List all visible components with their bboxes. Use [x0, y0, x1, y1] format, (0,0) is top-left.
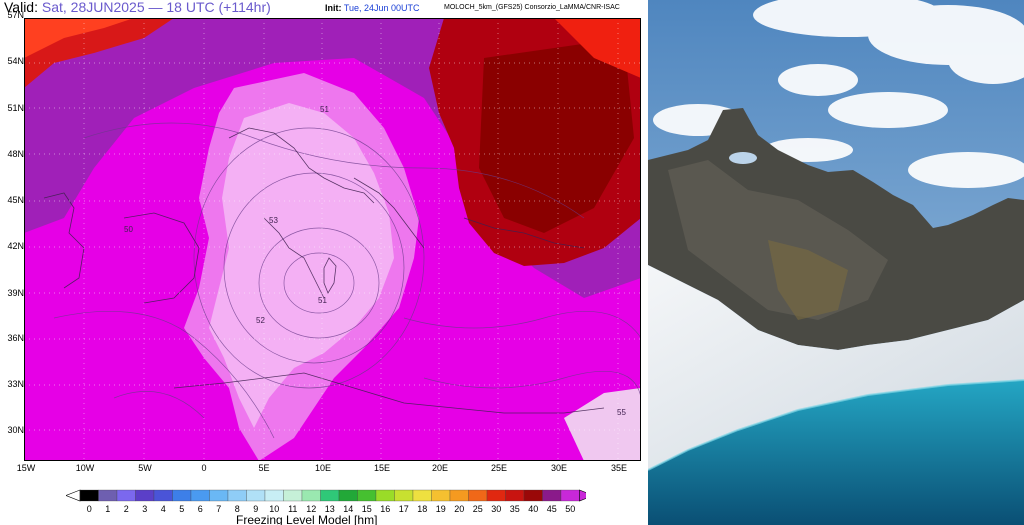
lat-label: 36N: [7, 333, 24, 343]
contour-label: 50: [124, 225, 133, 234]
legend-swatch: [320, 489, 340, 502]
legend-swatch: [264, 489, 284, 502]
lat-label: 57N: [7, 10, 24, 20]
legend-level-label: 18: [417, 504, 428, 514]
lon-label: 10W: [75, 463, 95, 473]
legend-level-label: 17: [398, 504, 409, 514]
lon-label: 15W: [16, 463, 36, 473]
lat-label: 45N: [7, 195, 24, 205]
legend-swatch: [227, 489, 247, 502]
legend-swatch: [209, 489, 229, 502]
legend-swatch: [431, 489, 451, 502]
freezing-level-map-panel: Valid: Sat, 28JUN2025 — 18 UTC (+114hr) …: [0, 0, 648, 525]
contour-label: 55: [617, 408, 626, 417]
lon-label: 0: [201, 463, 207, 473]
map-header: Valid: Sat, 28JUN2025 — 18 UTC (+114hr) …: [0, 0, 648, 18]
legend-swatch: [560, 489, 580, 502]
legend-level-label: 20: [454, 504, 465, 514]
legend-swatch: [468, 489, 488, 502]
legend-level-label: 30: [491, 504, 502, 514]
model-credit: MOLOCH_5km_(GFS25) Consorzio_LaMMA/CNR-I…: [444, 4, 620, 11]
contour-label: 53: [269, 216, 278, 225]
lat-label: 33N: [7, 379, 24, 389]
init-time: Init: Tue, 24Jun 00UTC: [325, 3, 420, 13]
legend-level-label: 7: [216, 504, 222, 514]
legend-swatch: [505, 489, 525, 502]
legend-swatch: [375, 489, 395, 502]
contour-label: 51: [320, 105, 329, 114]
legend-title: Freezing Level Model [hm]: [236, 513, 378, 525]
lon-label: 5W: [138, 463, 152, 473]
lat-label: 42N: [7, 241, 24, 251]
legend-swatch: [412, 489, 432, 502]
lat-label: 39N: [7, 288, 24, 298]
lon-label: 20E: [431, 463, 449, 473]
lon-label: 35E: [610, 463, 628, 473]
photo-canvas: [648, 0, 1024, 525]
lon-label: 5E: [258, 463, 270, 473]
legend-level-label: 45: [546, 504, 557, 514]
legend-level-label: 40: [528, 504, 539, 514]
legend-level-label: 1: [105, 504, 111, 514]
lat-label: 51N: [7, 103, 24, 113]
legend-swatch: [246, 489, 266, 502]
legend-swatch: [338, 489, 358, 502]
glacier-lake-photo: [648, 0, 1024, 525]
lon-label: 30E: [550, 463, 568, 473]
map-canvas: 51 53 50 52 51 55: [24, 18, 641, 461]
legend-swatch: [190, 489, 210, 502]
legend-swatch: [116, 489, 136, 502]
legend-swatch: [357, 489, 377, 502]
legend-arrow-high: [579, 489, 586, 502]
legend-level-label: 16: [380, 504, 391, 514]
contour-label: 51: [318, 296, 327, 305]
legend-swatch: [301, 489, 321, 502]
freezing-level-map: 51 53 50 52 51 55: [24, 18, 641, 461]
legend-level-label: 4: [160, 504, 166, 514]
lat-label: 30N: [7, 425, 24, 435]
legend-level-label: 3: [142, 504, 148, 514]
legend-swatch: [172, 489, 192, 502]
legend-swatch: [486, 489, 506, 502]
legend-swatch: [523, 489, 543, 502]
legend-swatch: [98, 489, 118, 502]
lon-label: 10E: [314, 463, 332, 473]
legend-level-label: 6: [197, 504, 203, 514]
legend-arrow-low: [66, 489, 81, 502]
lat-label: 48N: [7, 149, 24, 159]
lat-label: 54N: [7, 56, 24, 66]
lon-label: 25E: [490, 463, 508, 473]
legend-swatch: [542, 489, 562, 502]
legend-swatch: [283, 489, 303, 502]
legend-level-label: 50: [565, 504, 576, 514]
legend-level-label: 5: [179, 504, 185, 514]
legend-swatch: [135, 489, 155, 502]
legend-swatch: [394, 489, 414, 502]
legend-swatch: [79, 489, 99, 502]
contour-label: 52: [256, 316, 265, 325]
legend-level-label: 25: [472, 504, 483, 514]
lon-label: 15E: [373, 463, 391, 473]
legend-level-label: 19: [435, 504, 446, 514]
legend-swatch: [449, 489, 469, 502]
color-legend-bar: [66, 489, 586, 502]
valid-time: Valid: Sat, 28JUN2025 — 18 UTC (+114hr): [4, 0, 271, 15]
legend-level-label: 2: [123, 504, 129, 514]
legend-level-label: 0: [86, 504, 92, 514]
legend-swatch: [153, 489, 173, 502]
legend-level-label: 35: [509, 504, 520, 514]
